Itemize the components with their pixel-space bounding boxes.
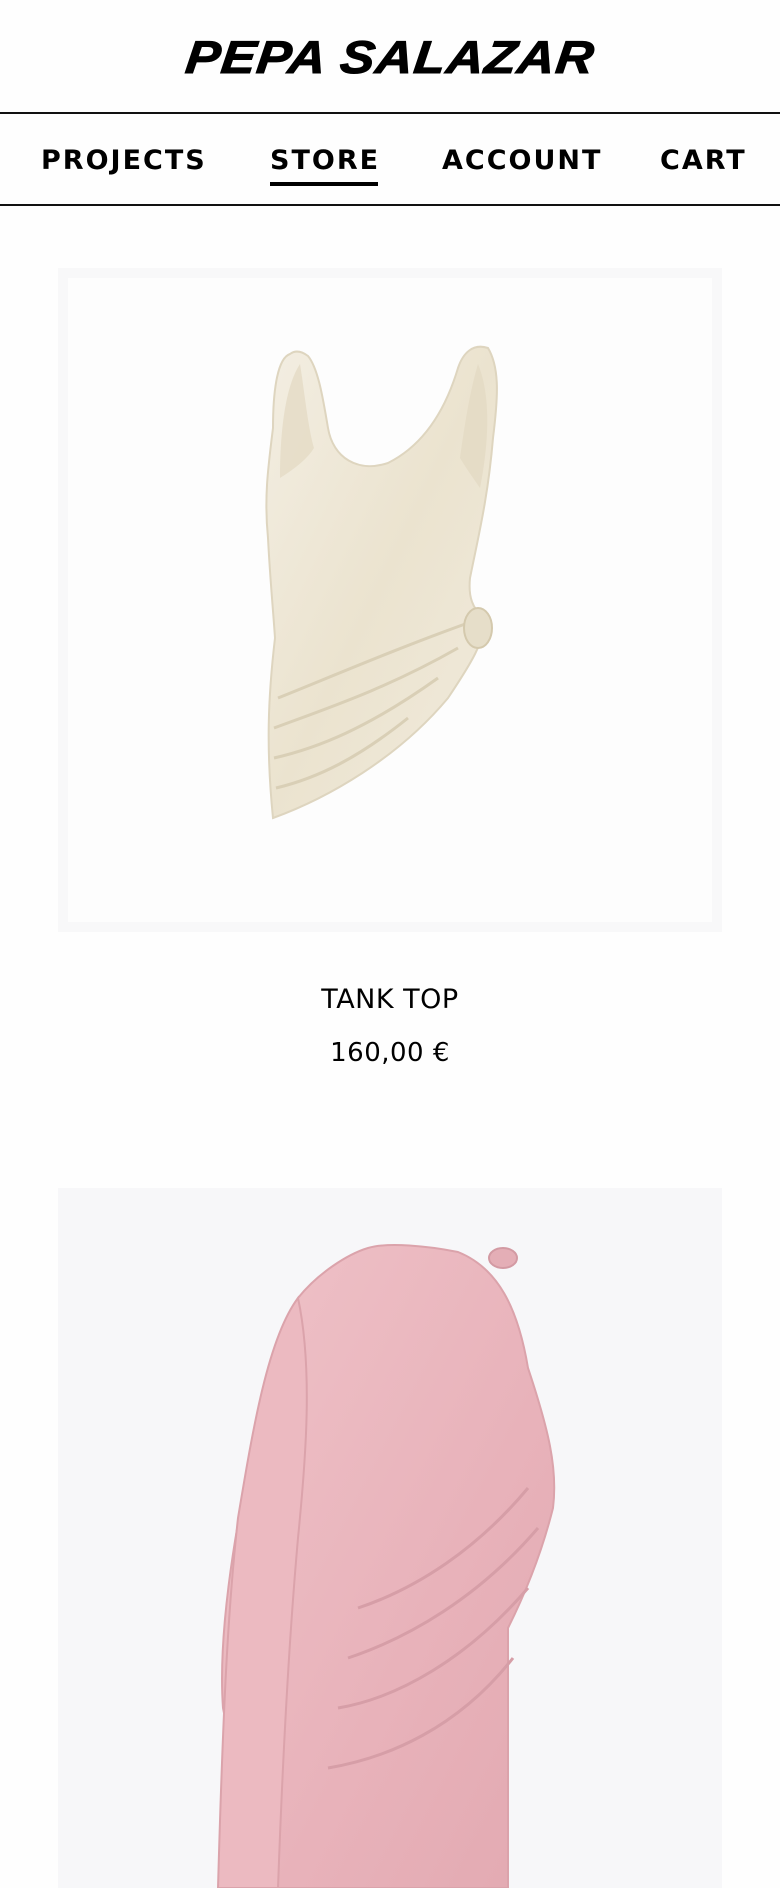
product-image-background	[68, 278, 712, 922]
nav-store[interactable]: STORE	[270, 114, 380, 206]
product-name[interactable]: TANK TOP	[0, 984, 780, 1015]
product-grid: TANK TOP 160,00 €	[0, 206, 780, 1888]
product-price: 160,00 €	[330, 1038, 450, 1068]
pink-top-image	[216, 1244, 556, 1888]
nav-account[interactable]: ACCOUNT	[442, 114, 602, 206]
product-image[interactable]	[58, 1188, 722, 1888]
tank-top-image	[265, 345, 498, 820]
nav-cart[interactable]: CART	[660, 114, 747, 206]
product-card[interactable]: TANK TOP 160,00 €	[0, 206, 780, 1106]
product-image[interactable]	[58, 268, 722, 932]
nav-projects[interactable]: PROJECTS	[41, 114, 207, 206]
site-header: PEPA SALAZAR	[0, 0, 780, 114]
main-nav: PROJECTS STORE ACCOUNT CART	[0, 114, 780, 206]
product-card[interactable]	[0, 1106, 780, 1888]
brand-logo[interactable]: PEPA SALAZAR	[182, 30, 598, 84]
